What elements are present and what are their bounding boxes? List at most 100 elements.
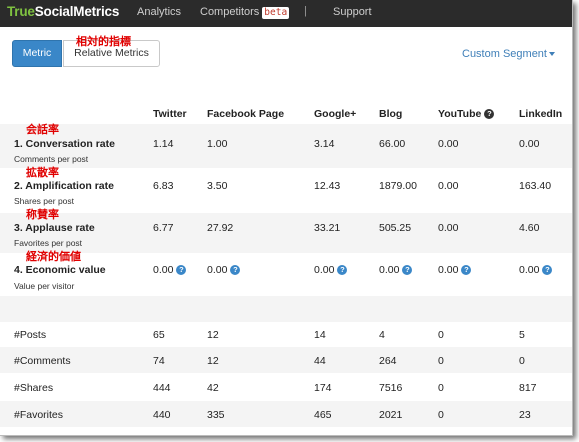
custom-segment-label: Custom Segment <box>462 48 547 60</box>
table-cell: 2021 <box>379 409 403 421</box>
table-cell: 505.25 <box>379 222 412 234</box>
table-cell: 33.21 <box>314 222 341 234</box>
count-row-label: #Posts <box>14 329 47 341</box>
table-cell: 0 <box>438 329 444 341</box>
top-navbar: TrueSocialMetrics Analytics Competitors b… <box>0 0 572 27</box>
table-cell: 44 <box>314 355 326 367</box>
table-row-stripe <box>0 347 572 373</box>
table-cell: 174 <box>314 382 332 394</box>
table-cell-value: 0.00 <box>438 264 459 276</box>
table-cell: 0.00? <box>153 264 187 276</box>
table-row-stripe <box>0 296 572 322</box>
table-cell: 1.00 <box>207 138 228 150</box>
metric-toggle-button[interactable]: Metric <box>12 40 62 67</box>
table-cell: 3.14 <box>314 138 335 150</box>
metric-description: Favorites per post <box>14 238 83 248</box>
col-header-facebook-page: Facebook Page <box>207 108 285 120</box>
table-cell: 12 <box>207 355 219 367</box>
nav-separator: | <box>304 5 307 17</box>
metric-annotation: 称賛率 <box>26 208 59 221</box>
app-window: TrueSocialMetrics Analytics Competitors b… <box>0 0 573 436</box>
table-cell: 0 <box>438 382 444 394</box>
table-cell: 264 <box>379 355 397 367</box>
table-cell-value: 0.00 <box>519 264 540 276</box>
table-cell: 0 <box>519 355 525 367</box>
table-cell: 66.00 <box>379 138 406 150</box>
help-icon[interactable]: ? <box>176 265 187 276</box>
help-icon[interactable]: ? <box>337 265 348 276</box>
table-row-stripe <box>0 401 572 427</box>
help-icon[interactable]: ? <box>542 265 553 276</box>
table-cell: 12 <box>207 329 219 341</box>
metric-description: Comments per post <box>14 154 89 164</box>
beta-badge: beta <box>262 7 290 19</box>
nav-analytics[interactable]: Analytics <box>137 6 181 18</box>
metric-name: 3. Applause rate <box>14 222 95 234</box>
col-header-linkedin: LinkedIn <box>519 108 563 120</box>
metric-name: 4. Economic value <box>14 264 106 276</box>
col-header-youtube-label: YouTube <box>438 108 482 120</box>
table-cell: 444 <box>153 382 171 394</box>
table-cell: 74 <box>153 355 165 367</box>
help-icon[interactable]: ? <box>484 109 495 120</box>
table-cell: 0.00 <box>438 222 459 234</box>
table-cell: 23 <box>519 409 531 421</box>
table-cell: 12.43 <box>314 180 341 192</box>
table-cell: 0.00? <box>519 264 553 276</box>
table-cell: 0 <box>438 355 444 367</box>
metric-name: 1. Conversation rate <box>14 138 115 150</box>
table-cell: 335 <box>207 409 225 421</box>
table-cell: 0 <box>438 409 444 421</box>
table-cell: 0.00? <box>314 264 348 276</box>
help-icon[interactable]: ? <box>461 265 472 276</box>
table-cell: 0.00 <box>438 180 459 192</box>
nav-competitors-label: Competitors <box>200 6 260 18</box>
table-cell: 817 <box>519 382 537 394</box>
table-cell: 6.77 <box>153 222 174 234</box>
col-header-twitter: Twitter <box>153 108 187 120</box>
table-cell: 0.00? <box>207 264 241 276</box>
table-cell-value: 0.00 <box>379 264 400 276</box>
table-cell: 5 <box>519 329 525 341</box>
caret-down-icon <box>548 52 555 57</box>
custom-segment-dropdown[interactable]: Custom Segment <box>462 48 555 60</box>
metric-description: Shares per post <box>14 196 75 206</box>
table-cell: 4.60 <box>519 222 540 234</box>
table-cell: 465 <box>314 409 332 421</box>
col-header-blog: Blog <box>379 108 403 120</box>
table-cell: 65 <box>153 329 165 341</box>
col-header-youtube: YouTube? <box>438 108 495 120</box>
nav-competitors[interactable]: Competitors beta <box>200 6 290 19</box>
table-cell: 42 <box>207 382 219 394</box>
metric-name: 2. Amplification rate <box>14 180 114 192</box>
table-cell: 1.14 <box>153 138 174 150</box>
table-cell: 7516 <box>379 382 403 394</box>
relative-metrics-annotation: 相対的指標 <box>76 35 131 48</box>
help-icon[interactable]: ? <box>230 265 241 276</box>
count-row-label: #Favorites <box>14 409 64 421</box>
table-cell: 1879.00 <box>379 180 417 192</box>
metric-annotation: 経済的価値 <box>26 250 81 263</box>
table-cell: 3.50 <box>207 180 228 192</box>
count-row-label: #Comments <box>14 355 71 367</box>
table-cell-value: 0.00 <box>207 264 228 276</box>
table-cell-value: 0.00 <box>153 264 174 276</box>
brand-logo[interactable]: TrueSocialMetrics <box>7 4 119 19</box>
nav-support[interactable]: Support <box>333 6 372 18</box>
table-cell: 0.00? <box>438 264 472 276</box>
table-cell: 14 <box>314 329 326 341</box>
count-row-label: #Shares <box>14 382 54 394</box>
metric-annotation: 拡散率 <box>26 166 59 179</box>
col-header-google-plus: Google+ <box>314 108 357 120</box>
help-icon[interactable]: ? <box>402 265 413 276</box>
table-cell: 163.40 <box>519 180 552 192</box>
table-cell: 0.00 <box>519 138 540 150</box>
metric-annotation: 会話率 <box>26 123 59 136</box>
table-cell: 0.00 <box>438 138 459 150</box>
table-cell: 440 <box>153 409 171 421</box>
metric-description: Value per visitor <box>14 281 75 291</box>
table-cell: 6.83 <box>153 180 174 192</box>
table-cell: 27.92 <box>207 222 234 234</box>
table-cell-value: 0.00 <box>314 264 335 276</box>
table-cell: 4 <box>379 329 385 341</box>
